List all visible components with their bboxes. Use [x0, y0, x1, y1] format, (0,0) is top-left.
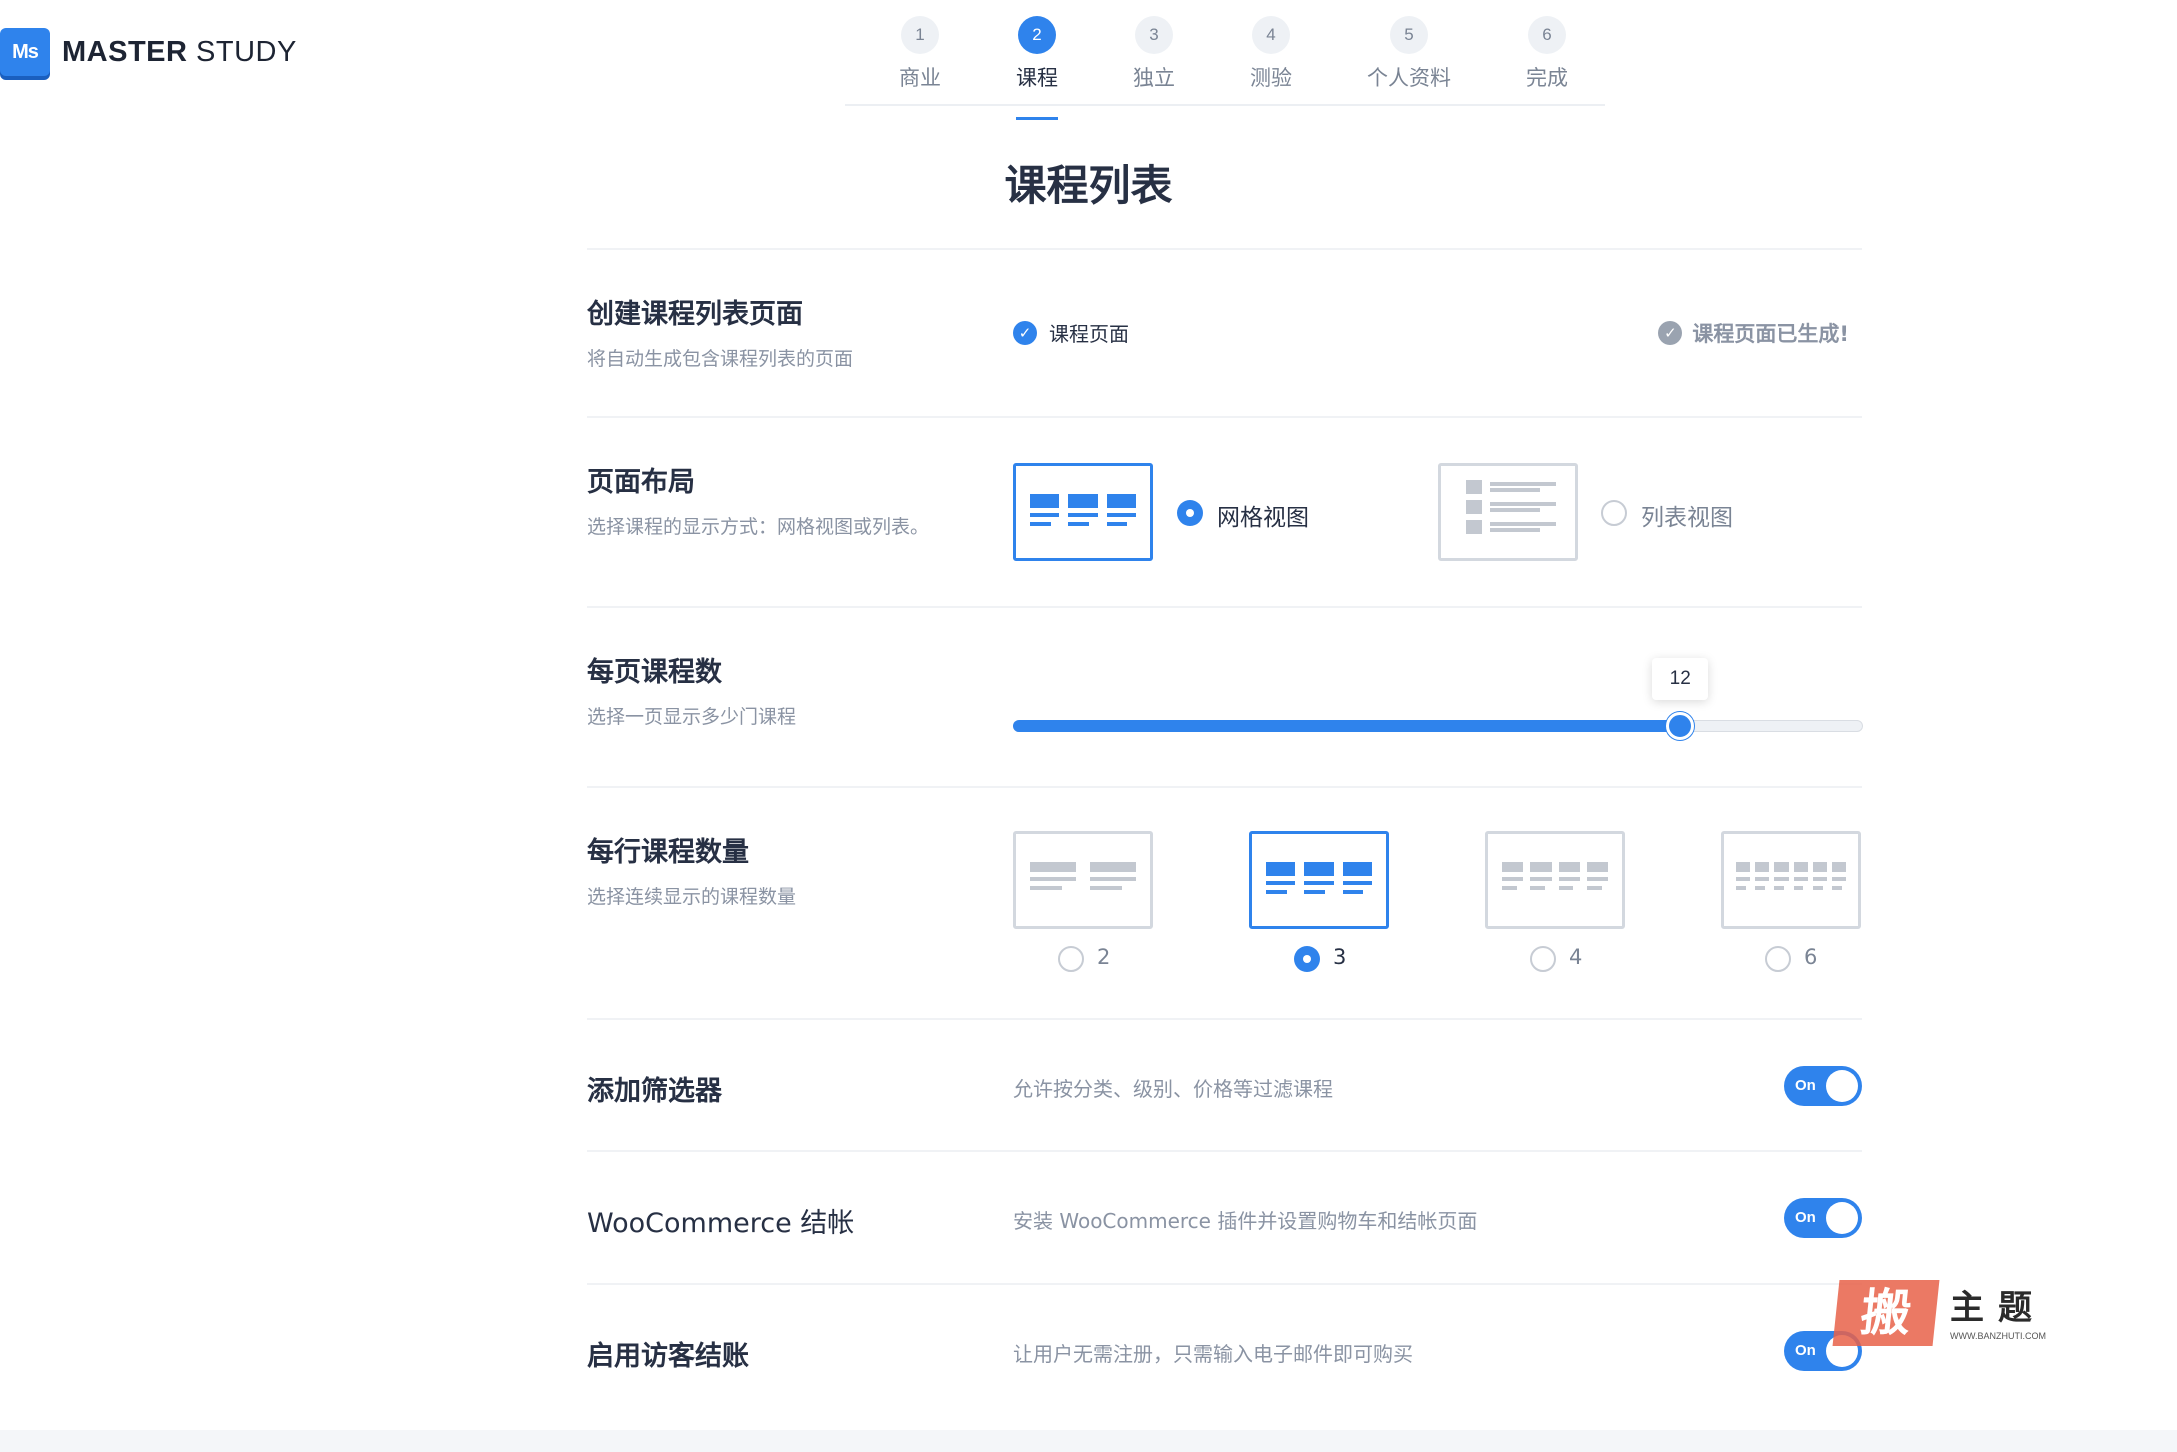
divider [587, 1283, 1862, 1285]
three-col-thumbnail [1266, 862, 1372, 894]
logo-badge: Ms [0, 28, 50, 76]
checkbox-label: 课程页面 [1049, 322, 1129, 346]
per-page-value-tooltip: 12 [1652, 658, 1709, 700]
grid-thumbnail [1030, 494, 1136, 526]
list-view-label: 列表视图 [1641, 505, 1733, 531]
divider [587, 248, 1862, 250]
watermark-url: WWW.BANZHUTI.COM [1950, 1331, 2046, 1341]
step-label: 独立 [1133, 66, 1175, 90]
step-1[interactable]: 1 商业 [865, 16, 975, 92]
logo-text: MASTER STUDY [62, 35, 297, 68]
step-2[interactable]: 2 课程 [982, 16, 1092, 120]
page-title: 课程列表 [1004, 161, 1173, 210]
logo[interactable]: Ms MASTER STUDY [0, 28, 297, 76]
toggle-knob [1826, 1202, 1858, 1234]
per-page-slider-handle[interactable] [1666, 712, 1695, 740]
per-row-4-card[interactable] [1485, 831, 1625, 929]
step-6[interactable]: 6 完成 [1492, 16, 1602, 92]
check-circle-icon: ✓ [1658, 321, 1683, 345]
step-number: 2 [1018, 16, 1056, 54]
footer-strip [0, 1430, 2177, 1452]
woocommerce-desc: 安装 WooCommerce 插件并设置购物车和结帐页面 [1013, 1209, 1478, 1233]
watermark-chars: 主题 [1950, 1288, 2046, 1328]
step-number: 5 [1390, 16, 1428, 54]
step-3[interactable]: 3 独立 [1099, 16, 1209, 92]
woocommerce-toggle[interactable]: On [1784, 1198, 1862, 1238]
per-page-title: 每页课程数 [587, 657, 722, 688]
four-col-thumbnail [1502, 862, 1608, 890]
step-label: 商业 [899, 66, 941, 90]
generated-status: ✓ 课程页面已生成! [1658, 318, 1849, 348]
guest-checkout-title: 启用访客结账 [587, 1341, 749, 1372]
create-page-desc: 将自动生成包含课程列表的页面 [587, 348, 854, 370]
step-5[interactable]: 5 个人资料 [1354, 16, 1464, 92]
watermark-stamp: 搬 [1832, 1280, 1940, 1346]
divider [587, 786, 1862, 788]
divider [587, 606, 1862, 608]
grid-view-radio[interactable] [1177, 500, 1203, 526]
course-page-checkbox[interactable]: ✓ 课程页面 [1013, 318, 1129, 347]
step-number: 6 [1528, 16, 1566, 54]
list-thumbnail [1466, 480, 1556, 540]
step-label: 课程 [1016, 66, 1058, 90]
per-row-6-radio[interactable] [1765, 946, 1791, 972]
six-col-thumbnail [1736, 862, 1847, 890]
watermark: 搬 主题 WWW.BANZHUTI.COM [1832, 1280, 2046, 1346]
toggle-state: On [1795, 1342, 1816, 1359]
toggle-knob [1826, 1070, 1858, 1102]
list-view-card[interactable] [1438, 463, 1578, 561]
divider [587, 416, 1862, 418]
list-view-radio[interactable] [1601, 500, 1627, 526]
step-label: 个人资料 [1367, 66, 1451, 90]
per-row-4-radio[interactable] [1530, 946, 1556, 972]
per-row-3-radio[interactable] [1294, 946, 1320, 972]
page-layout-title: 页面布局 [587, 467, 695, 498]
per-row-2-label: 2 [1097, 945, 1111, 969]
per-page-desc: 选择一页显示多少门课程 [587, 706, 797, 728]
grid-view-card[interactable] [1013, 463, 1153, 561]
step-number: 3 [1135, 16, 1173, 54]
step-label: 测验 [1250, 66, 1292, 90]
divider [587, 1018, 1862, 1020]
step-number: 4 [1252, 16, 1290, 54]
per-row-title: 每行课程数量 [587, 837, 749, 868]
woocommerce-title: WooCommerce 结帐 [587, 1208, 855, 1239]
per-page-slider-fill [1013, 720, 1681, 732]
filters-toggle[interactable]: On [1784, 1066, 1862, 1106]
per-row-2-card[interactable] [1013, 831, 1153, 929]
guest-checkout-desc: 让用户无需注册，只需输入电子邮件即可购买 [1013, 1342, 1413, 1366]
filters-title: 添加筛选器 [587, 1076, 722, 1107]
checkmark-icon: ✓ [1013, 320, 1037, 345]
toggle-state: On [1795, 1077, 1816, 1094]
step-label: 完成 [1526, 66, 1568, 90]
per-row-3-card[interactable] [1249, 831, 1389, 929]
per-row-6-label: 6 [1804, 945, 1818, 969]
two-col-thumbnail [1030, 862, 1136, 890]
grid-view-label: 网格视图 [1217, 505, 1309, 531]
page-layout-desc: 选择课程的显示方式：网格视图或列表。 [587, 516, 930, 538]
wizard-stepper: 1 商业 2 课程 3 独立 4 测验 5 个人资料 6 完成 [845, 16, 1605, 120]
divider [587, 1150, 1862, 1152]
filters-desc: 允许按分类、级别、价格等过滤课程 [1013, 1077, 1333, 1101]
per-row-2-radio[interactable] [1058, 946, 1084, 972]
step-4[interactable]: 4 测验 [1216, 16, 1326, 92]
generated-label: 课程页面已生成! [1692, 322, 1849, 346]
per-row-4-label: 4 [1569, 945, 1583, 969]
per-row-3-label: 3 [1333, 945, 1347, 969]
per-row-6-card[interactable] [1721, 831, 1861, 929]
step-number: 1 [901, 16, 939, 54]
create-page-title: 创建课程列表页面 [587, 299, 803, 330]
per-row-desc: 选择连续显示的课程数量 [587, 886, 797, 908]
toggle-state: On [1795, 1209, 1816, 1226]
